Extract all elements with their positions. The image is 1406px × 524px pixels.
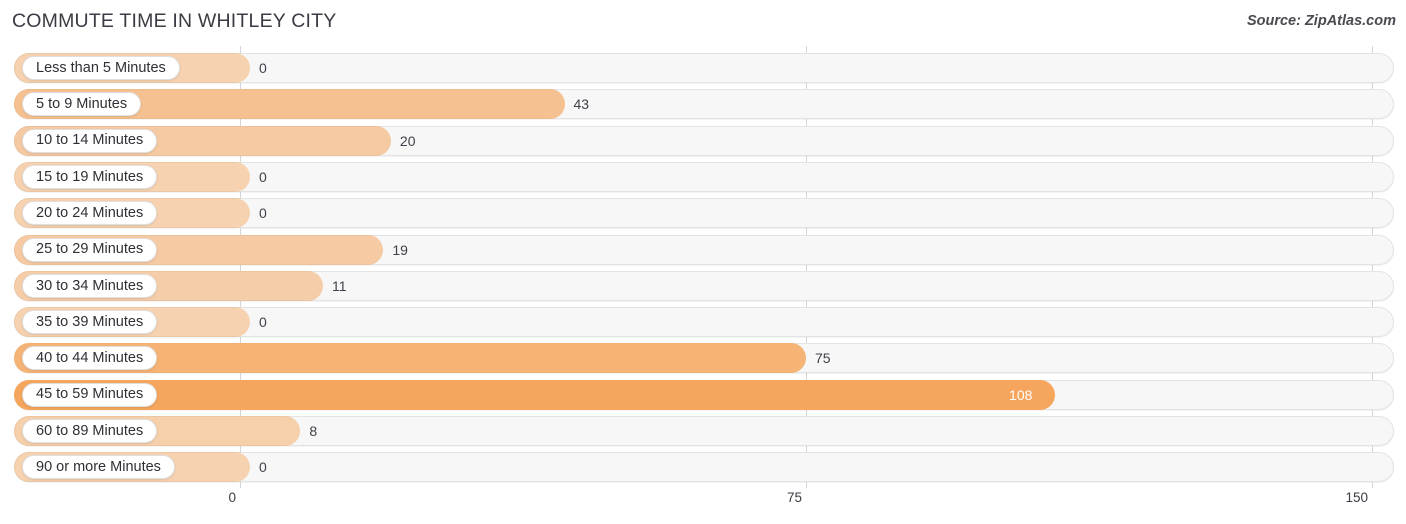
bar-row: 25 to 29 Minutes 19 (0, 234, 1406, 265)
bar-value-label: 0 (259, 205, 267, 222)
bar-category-label-text: 15 to 19 Minutes (36, 168, 144, 185)
bar-category-label-text: 40 to 44 Minutes (36, 350, 144, 367)
bar-category-label: 25 to 29 Minutes (22, 237, 158, 262)
bar-row: 60 to 89 Minutes 8 (0, 416, 1406, 446)
chart-plot-area: Less than 5 Minutes 0 5 to 9 Minutes 43 10 t… (0, 46, 1406, 488)
bar-category-label: 5 to 9 Minutes (22, 92, 142, 117)
bar-category-label: 90 or more Minutes (22, 455, 175, 480)
bar-category-label-text: 5 to 9 Minutes (36, 96, 128, 113)
source-attribution: Source: ZipAtlas.com (1246, 13, 1396, 29)
bar-category-label-text: 60 to 89 Minutes (36, 422, 144, 439)
bar-category-label-text: 35 to 39 Minutes (36, 313, 144, 330)
bar-value-label: 19 (392, 241, 408, 258)
bar-category-label-text: 30 to 34 Minutes (36, 277, 144, 294)
x-axis-tick-0: 0 (228, 490, 236, 505)
bar-category-label: Less than 5 Minutes (22, 56, 180, 80)
bar-row: 35 to 39 Minutes 0 (0, 307, 1406, 338)
bar-value-label: 11 (332, 277, 347, 294)
bar-value-label: 0 (259, 314, 267, 331)
chart-header: COMMUTE TIME IN WHITLEY CITY Source: Zip… (0, 0, 1406, 46)
x-axis-tick-75: 75 (786, 490, 802, 505)
bar-value-label: 108 (1009, 386, 1033, 403)
bar-category-label-text: 90 or more Minutes (36, 459, 161, 476)
bar-value-label: 43 (573, 96, 590, 113)
page-title: COMMUTE TIME IN WHITLEY CITY (12, 10, 337, 32)
bar-value-label: 75 (815, 350, 831, 367)
bar-category-label: 30 to 34 Minutes (22, 273, 158, 298)
bar-row: 20 to 24 Minutes 0 (0, 198, 1406, 229)
bar-category-label-text: 45 to 59 Minutes (36, 386, 144, 403)
bar-value-label: 0 (259, 459, 267, 476)
bar-row: 5 to 9 Minutes 43 (0, 89, 1406, 120)
bar-category-label-text: 10 to 14 Minutes (36, 132, 144, 149)
bar-value-label: 8 (309, 423, 318, 439)
bar-row: Less than 5 Minutes 0 (0, 53, 1406, 83)
bar-row: 30 to 34 Minutes 11 (0, 270, 1406, 301)
bar-category-label: 15 to 19 Minutes (22, 164, 158, 189)
bar-category-label: 45 to 59 Minutes (22, 382, 158, 407)
bar[interactable] (14, 379, 1056, 410)
x-axis-tick-150: 150 (1345, 490, 1368, 505)
bar-category-label-text: Less than 5 Minutes (36, 59, 166, 76)
bar-category-label: 10 to 14 Minutes (22, 128, 158, 153)
bar-row: 10 to 14 Minutes 20 (0, 125, 1406, 156)
bar-value-label: 20 (399, 132, 416, 149)
bar-category-label-text: 20 to 24 Minutes (36, 204, 144, 221)
x-axis: 0 75 150 (0, 488, 1406, 524)
bar-row: 90 or more Minutes 0 (0, 452, 1406, 483)
bar-category-label: 35 to 39 Minutes (22, 310, 158, 335)
bar-row: 40 to 44 Minutes 75 (0, 343, 1406, 374)
bar-category-label: 40 to 44 Minutes (22, 346, 158, 371)
bar-category-label: 60 to 89 Minutes (22, 419, 158, 443)
bar-row: 45 to 59 Minutes 108 (0, 379, 1406, 410)
bar-row: 15 to 19 Minutes 0 (0, 161, 1406, 192)
bar-category-label: 20 to 24 Minutes (22, 201, 158, 226)
bar-value-label: 0 (259, 168, 267, 185)
bar-value-label: 0 (259, 60, 267, 76)
bar-category-label-text: 25 to 29 Minutes (36, 241, 144, 258)
